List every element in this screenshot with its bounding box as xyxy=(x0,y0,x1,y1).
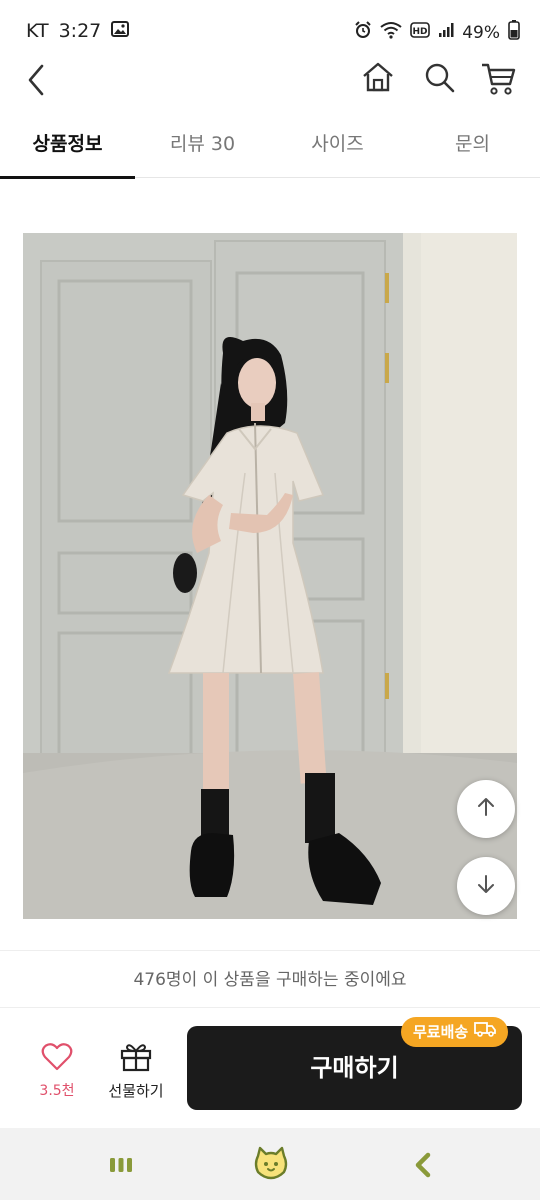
system-nav-bar xyxy=(0,1128,540,1200)
battery-percent: 49% xyxy=(462,22,500,43)
hd-icon: HD xyxy=(410,22,431,43)
tab-product-info[interactable]: 상품정보 xyxy=(0,118,135,179)
tab-size[interactable]: 사이즈 xyxy=(270,118,405,177)
free-shipping-label: 무료배송 xyxy=(413,1023,469,1041)
product-photo[interactable] xyxy=(23,233,517,919)
like-button[interactable]: 3.5천 xyxy=(22,1042,92,1100)
tab-inquiry[interactable]: 문의 xyxy=(405,118,540,177)
alarm-icon xyxy=(354,21,372,44)
scroll-down-button[interactable] xyxy=(457,857,515,915)
top-nav-bar xyxy=(0,58,540,116)
clock: 3:27 xyxy=(58,20,102,42)
home-cat-icon[interactable] xyxy=(252,1146,290,1184)
home-icon[interactable] xyxy=(358,58,398,98)
svg-text:HD: HD xyxy=(413,27,428,37)
gift-label: 선물하기 xyxy=(108,1082,164,1100)
status-left: KT 3:27 xyxy=(26,20,130,42)
back-icon[interactable] xyxy=(20,60,56,100)
scroll-up-button[interactable] xyxy=(457,780,515,838)
signal-icon xyxy=(438,22,454,43)
battery-icon xyxy=(508,20,520,45)
search-icon[interactable] xyxy=(420,58,460,98)
status-bar: KT 3:27 HD 49% xyxy=(0,0,540,58)
heart-icon xyxy=(41,1043,73,1076)
scroll-down-icon xyxy=(474,872,498,900)
gift-button[interactable]: 선물하기 xyxy=(100,1042,172,1101)
wifi-icon xyxy=(380,21,402,44)
purchase-notice: 476명이 이 상품을 구매하는 중이에요 xyxy=(0,950,540,1008)
status-right: HD 49% xyxy=(354,20,520,45)
tab-reviews[interactable]: 리뷰 30 xyxy=(135,118,270,177)
free-shipping-badge: 무료배송 xyxy=(401,1017,509,1047)
product-tabs: 상품정보 리뷰 30 사이즈 문의 xyxy=(0,118,540,179)
carrier-label: KT xyxy=(26,20,49,42)
like-count: 3.5천 xyxy=(39,1083,75,1099)
bottom-action-bar: 3.5천 선물하기 구매하기 무료배송 xyxy=(0,1008,540,1128)
recent-apps-icon[interactable] xyxy=(108,1154,134,1180)
gift-icon xyxy=(119,1044,153,1076)
gallery-icon xyxy=(111,20,130,42)
system-back-icon[interactable] xyxy=(412,1152,434,1182)
cart-icon[interactable] xyxy=(478,58,520,98)
truck-icon xyxy=(474,1017,497,1047)
scroll-up-icon xyxy=(474,795,498,823)
